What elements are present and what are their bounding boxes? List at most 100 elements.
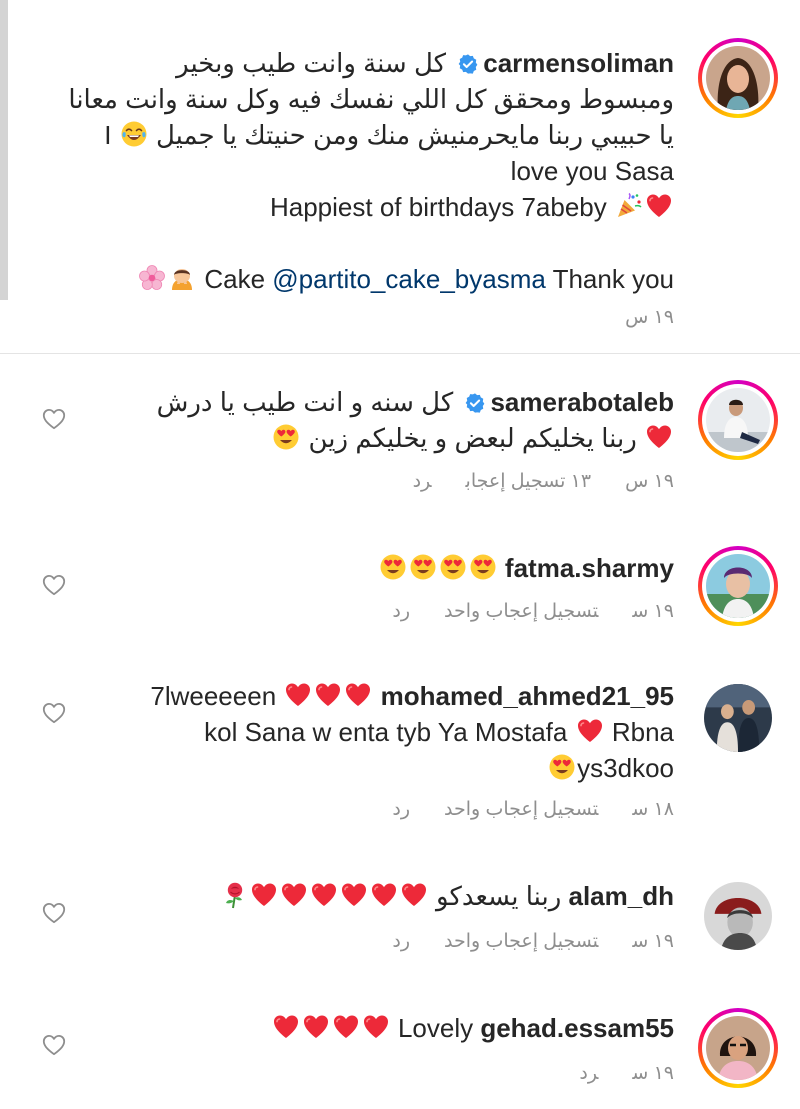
comment-carmensoliman: carmensoliman كل سنة وانت طيب وبخير ومبس…	[0, 0, 800, 353]
comment-samerabotaleb: samerabotaleb كل سنه و انت طيب يا درش رب…	[0, 380, 800, 510]
comment-meta: ١٨ س تسجيل إعجاب واحد رد	[392, 798, 674, 821]
comment-text: samerabotaleb كل سنه و انت طيب يا درش رب…	[64, 384, 674, 456]
timestamp: ١٨ س	[632, 799, 674, 820]
comment-line-2: kol Sana w enta tyb Ya Mostafa Rbna	[204, 714, 674, 750]
username[interactable]: gehad.essam55	[480, 1013, 674, 1043]
comment-line-3-text: ys3dkoo	[577, 753, 674, 783]
avatar-photo	[706, 388, 770, 452]
cherry-blossom-emoji-icon	[138, 264, 166, 292]
comment-line-1: 7lweeeeen	[150, 681, 277, 711]
username[interactable]: samerabotaleb	[490, 387, 674, 417]
red-heart-emoji-icon	[645, 423, 673, 451]
comment-line-1: ربنا يسعدكو	[436, 881, 562, 911]
caption-line-6: Happiest of birthdays 7abeby	[270, 189, 674, 225]
avatar[interactable]	[698, 1008, 778, 1088]
caption-divider	[0, 353, 800, 354]
username[interactable]: fatma.sharmy	[505, 553, 674, 583]
avatar[interactable]	[698, 546, 778, 626]
timestamp: ١٩ س	[632, 1063, 674, 1084]
caption-line-3: يا حبيبي ربنا مايحرمنيش منك ومن حنيتك يا…	[155, 120, 674, 150]
comment-meta: ١٩ س ١٣ تسجيل إعجاب رد	[413, 470, 674, 493]
reply-button[interactable]: رد	[579, 1063, 598, 1084]
comment-line-2-tail: Rbna	[611, 717, 674, 747]
avatar[interactable]	[698, 876, 778, 956]
comment-line-2: ربنا يخليكم لبعض و يخليكم زين	[308, 423, 637, 453]
verified-badge-icon	[457, 48, 479, 70]
comment-text: gehad.essam55 Lovely	[64, 1010, 674, 1046]
mention-link[interactable]: @partito_cake_byasma	[272, 264, 546, 294]
comment-text: carmensoliman كل سنة وانت طيب وبخير ومبس…	[64, 45, 674, 297]
reply-button[interactable]: رد	[392, 931, 410, 952]
person-bowing-emoji-icon	[168, 264, 196, 292]
reply-button[interactable]: رد	[413, 471, 432, 492]
heart-eyes-emoji-icon	[379, 553, 407, 581]
tears-of-joy-emoji-icon	[120, 120, 148, 148]
avatar-photo	[704, 882, 772, 950]
like-heart-icon[interactable]	[42, 1034, 66, 1056]
like-heart-icon[interactable]	[42, 702, 66, 724]
username[interactable]: alam_dh	[569, 881, 675, 911]
caption-cake-text: Cake	[204, 264, 266, 294]
red-heart-emoji-icon	[250, 881, 278, 909]
comment-meta: ١٩ س رد	[579, 1062, 674, 1085]
username[interactable]: carmensoliman	[483, 48, 674, 78]
comment-mohamed-ahmed21-95: mohamed_ahmed21_95 7lweeeeen kol Sana w …	[0, 678, 800, 828]
avatar[interactable]	[698, 678, 778, 758]
party-popper-emoji-icon	[615, 192, 643, 220]
like-count[interactable]: ١٣ تسجيل إعجاب	[466, 471, 592, 492]
timestamp: ١٩ س	[632, 601, 674, 622]
red-heart-emoji-icon	[362, 1013, 390, 1041]
heart-eyes-emoji-icon	[469, 553, 497, 581]
caption-line-4: I	[104, 120, 112, 150]
red-heart-emoji-icon	[310, 881, 338, 909]
red-heart-emoji-icon	[576, 717, 604, 745]
heart-eyes-emoji-icon	[409, 553, 437, 581]
heart-eyes-emoji-icon	[548, 753, 576, 781]
red-heart-emoji-icon	[314, 681, 342, 709]
comment-line-1: Lovely	[397, 1013, 474, 1043]
caption-line-5: love you Sasa	[510, 156, 674, 186]
red-heart-emoji-icon	[302, 1013, 330, 1041]
red-heart-emoji-icon	[340, 881, 368, 909]
red-heart-emoji-icon	[344, 681, 372, 709]
red-heart-emoji-icon	[645, 192, 673, 220]
username[interactable]: mohamed_ahmed21_95	[381, 681, 674, 711]
caption-line-2: ومبسوط ومحقق كل اللي نفسك فيه وكل سنة وا…	[68, 84, 674, 114]
caption-line-1: كل سنة وانت طيب وبخير	[176, 48, 447, 78]
rose-emoji-icon	[220, 881, 248, 909]
timestamp: ١٩ س	[632, 931, 674, 952]
avatar[interactable]	[698, 38, 778, 118]
comment-text: mohamed_ahmed21_95 7lweeeeen kol Sana w …	[94, 678, 674, 786]
comment-meta: ١٩ س تسجيل إعجاب واحد رد	[392, 600, 674, 623]
avatar-photo	[704, 684, 772, 752]
comment-line-2-text: kol Sana w enta tyb Ya Mostafa	[204, 717, 568, 747]
heart-eyes-emoji-icon	[439, 553, 467, 581]
red-heart-emoji-icon	[370, 881, 398, 909]
comment-line-1: كل سنه و انت طيب يا درش	[156, 387, 454, 417]
red-heart-emoji-icon	[284, 681, 312, 709]
like-heart-icon[interactable]	[42, 574, 66, 596]
red-heart-emoji-icon	[280, 881, 308, 909]
comment-meta: ١٩ س تسجيل إعجاب واحد رد	[392, 930, 674, 953]
comment-gehad-essam55: gehad.essam55 Lovely ١٩ س رد	[0, 1008, 800, 1109]
reply-button[interactable]: رد	[392, 799, 410, 820]
like-count[interactable]: تسجيل إعجاب واحد	[444, 931, 598, 952]
comment-text: alam_dh ربنا يسعدكو	[64, 878, 674, 914]
like-count[interactable]: تسجيل إعجاب واحد	[444, 799, 598, 820]
comment-meta: ١٩ س	[625, 306, 674, 329]
reply-button[interactable]: رد	[392, 601, 410, 622]
avatar[interactable]	[698, 380, 778, 460]
avatar-photo	[706, 554, 770, 618]
comment-fatma-sharmy: fatma.sharmy ١٩ س تسجيل إعجاب واحد رد	[0, 546, 800, 636]
caption-thanks-text: Thank you	[552, 264, 674, 294]
red-heart-emoji-icon	[332, 1013, 360, 1041]
timestamp: ١٩ س	[625, 471, 674, 492]
red-heart-emoji-icon	[400, 881, 428, 909]
comment-line-3: ys3dkoo	[547, 750, 674, 786]
like-heart-icon[interactable]	[42, 902, 66, 924]
like-heart-icon[interactable]	[42, 408, 66, 430]
caption-line-7: Cake @partito_cake_byasma Thank you	[137, 261, 674, 297]
heart-eyes-emoji-icon	[272, 423, 300, 451]
like-count[interactable]: تسجيل إعجاب واحد	[444, 601, 598, 622]
verified-badge-icon	[464, 387, 486, 409]
